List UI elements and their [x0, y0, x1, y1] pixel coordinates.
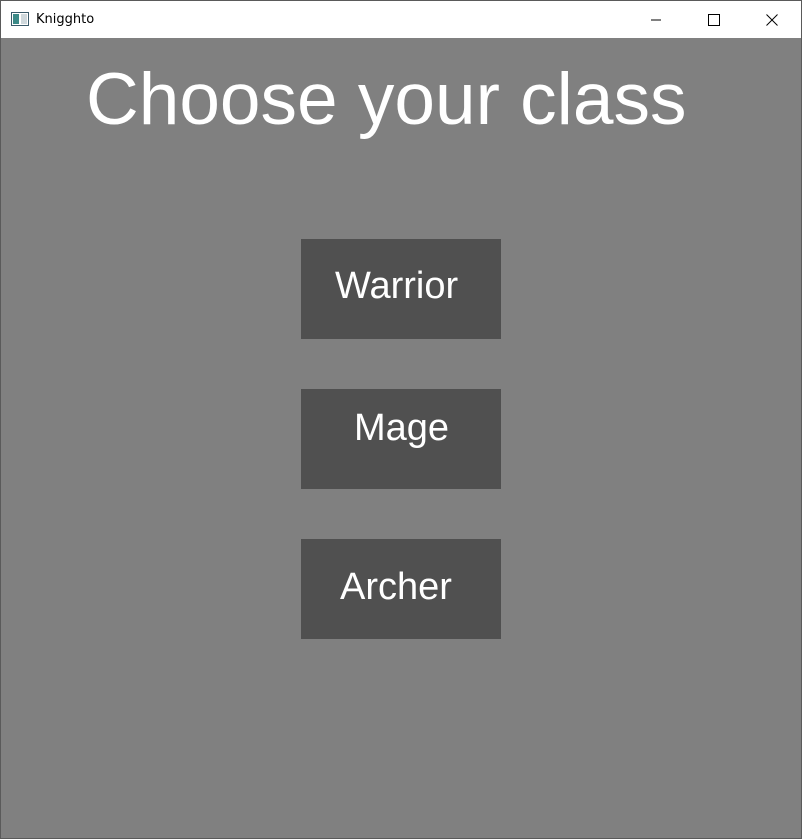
- mage-button[interactable]: Mage: [301, 389, 501, 489]
- app-window-icon: [11, 12, 29, 26]
- window-title: Knigghto: [36, 12, 95, 27]
- archer-button[interactable]: Archer: [301, 539, 501, 639]
- close-icon: [766, 13, 778, 26]
- minimize-button[interactable]: [627, 1, 685, 38]
- mage-button-label: Mage: [354, 407, 450, 449]
- game-window: Knigghto Choose your class Warrior Mage: [0, 0, 802, 839]
- class-select-screen: Choose your class Warrior Mage Archer: [1, 38, 801, 838]
- minimize-icon: [651, 19, 661, 20]
- warrior-button-label: Warrior: [335, 265, 459, 307]
- archer-button-label: Archer: [340, 566, 452, 608]
- close-button[interactable]: [743, 1, 801, 38]
- title-bar[interactable]: Knigghto: [1, 1, 801, 38]
- warrior-button[interactable]: Warrior: [301, 239, 501, 339]
- page-title: Choose your class: [86, 59, 687, 140]
- maximize-icon: [708, 13, 720, 26]
- maximize-button[interactable]: [685, 1, 743, 38]
